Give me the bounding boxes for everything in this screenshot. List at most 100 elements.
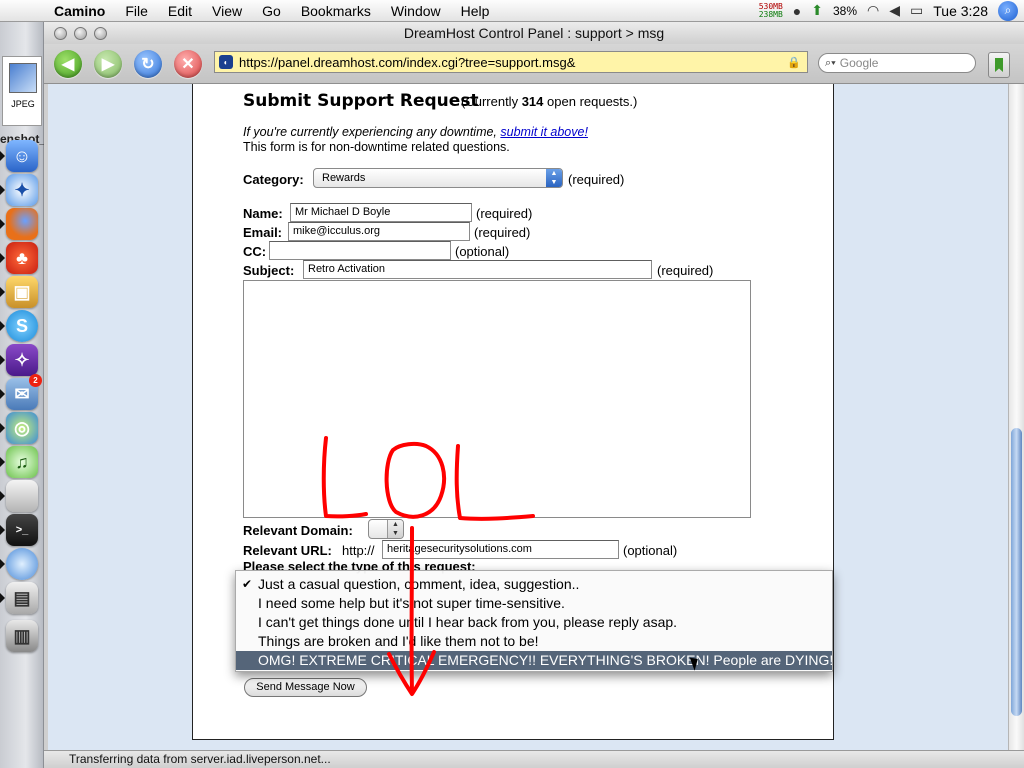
transmit-icon[interactable]: ▣ [0, 276, 38, 308]
subject-field[interactable]: Retro Activation [303, 260, 652, 279]
url-field[interactable]: heritagesecuritysolutions.com [382, 540, 619, 559]
count-prefix: (Currently [461, 94, 519, 109]
address-url: https://panel.dreamhost.com/index.cgi?tr… [239, 54, 576, 70]
stop-button[interactable]: ✕ [174, 49, 202, 78]
menubar-extras: 530MB 238MB ● ⬆ 38% ◠ ◀ ▭ Tue 3:28 ⌕ [759, 0, 1024, 22]
menu-help[interactable]: Help [451, 0, 500, 22]
search-icon: ⌕▾ [825, 56, 836, 69]
spotlight-search-icon[interactable]: ⌕ [998, 0, 1018, 21]
window-title: DreamHost Control Panel : support > msg [403, 25, 665, 41]
zoom-window-button[interactable] [94, 26, 107, 40]
reload-button[interactable]: ↻ [134, 49, 162, 78]
url-label: Relevant URL: [243, 543, 332, 558]
system-prefs-icon[interactable] [0, 480, 38, 512]
lock-icon[interactable]: 🔒 [787, 56, 801, 69]
status-bar: Transferring data from server.iad.livepe… [44, 750, 1024, 768]
vertical-scrollbar[interactable] [1008, 84, 1024, 750]
status-dot-icon[interactable]: ● [793, 3, 801, 19]
category-value: Rewards [322, 172, 366, 184]
category-label: Category: [243, 172, 304, 187]
email-field[interactable]: mike@icculus.org [288, 222, 470, 241]
search-field[interactable]: ⌕▾ Google [818, 53, 976, 73]
mail-app-icon[interactable]: ✉ 2 [0, 374, 42, 410]
window-controls [44, 26, 107, 40]
bookmarks-button[interactable] [988, 52, 1010, 78]
menu-go[interactable]: Go [252, 0, 291, 22]
open-requests-count: (Currently 314 open requests.) [461, 94, 637, 109]
downtime-text: If you're currently experiencing any dow… [243, 125, 497, 139]
adium-icon[interactable]: ♣ [0, 242, 38, 274]
count-suffix: open requests.) [547, 94, 638, 109]
option-label: I can't get things done until I hear bac… [258, 614, 678, 630]
menu-window[interactable]: Window [381, 0, 451, 22]
network-globe-icon[interactable] [0, 548, 38, 580]
name-required: (required) [476, 206, 533, 221]
jpeg-file-icon[interactable]: JPEG [2, 56, 42, 126]
name-field[interactable]: Mr Michael D Boyle [290, 203, 472, 222]
dock: JPEG enshot_ ☺ ✦ ♣ ▣ S ✧ ✉ 2 ◎ ♫ >_ ▤ ▥ [0, 22, 44, 768]
page-title: Submit Support Request [243, 91, 479, 111]
scrollbar-thumb[interactable] [1011, 428, 1022, 716]
memory-free: 238MB [758, 9, 783, 19]
volume-icon[interactable]: ◀ [889, 2, 900, 19]
forward-button[interactable]: ▶ [94, 49, 122, 78]
form-description: This form is for non-downtime related qu… [243, 140, 510, 154]
cc-optional: (optional) [455, 244, 510, 259]
sync-icon[interactable]: ⬆ [811, 2, 823, 19]
menu-view[interactable]: View [202, 0, 252, 22]
checkmark-icon: ✔ [242, 577, 253, 591]
downtime-link[interactable]: submit it above! [500, 125, 588, 139]
request-type-option-emergency[interactable]: OMG! EXTREME CRITICAL EMERGENCY!! EVERYT… [236, 651, 834, 670]
bookmark-icon [995, 58, 1003, 72]
domain-select-arrows-icon: ▲ ▼ [387, 520, 403, 538]
safari-icon[interactable]: ✦ [0, 174, 38, 206]
cc-label: CC: [243, 244, 267, 259]
menu-edit[interactable]: Edit [158, 0, 202, 22]
name-label: Name: [243, 206, 283, 221]
page-left-edge [44, 84, 48, 750]
address-bar[interactable]: ◐ https://panel.dreamhost.com/index.cgi?… [214, 51, 808, 73]
subject-required: (required) [657, 263, 714, 278]
clock[interactable]: Tue 3:28 [933, 3, 988, 19]
terminal-icon[interactable]: >_ [0, 514, 38, 546]
request-type-option-casual[interactable]: ✔ Just a casual question, comment, idea,… [236, 575, 832, 594]
back-button[interactable]: ◀ [54, 49, 82, 78]
firefox-icon[interactable] [0, 208, 38, 240]
skype-icon[interactable]: S [0, 310, 38, 342]
menubar: Camino File Edit View Go Bookmarks Windo… [0, 0, 1024, 22]
request-type-option-help[interactable]: I need some help but it's not super time… [236, 594, 832, 613]
domain-select[interactable]: ▲ ▼ [368, 519, 404, 539]
battery-percent[interactable]: 38% [833, 4, 857, 18]
request-type-option-asap[interactable]: I can't get things done until I hear bac… [236, 613, 832, 632]
jpeg-thumbnail [9, 63, 37, 93]
window-titlebar[interactable]: DreamHost Control Panel : support > msg [44, 22, 1024, 44]
photo-app-icon[interactable]: ✧ [0, 344, 38, 376]
menu-file[interactable]: File [115, 0, 158, 22]
message-textarea[interactable] [243, 280, 751, 518]
menu-bookmarks[interactable]: Bookmarks [291, 0, 381, 22]
itunes-browser-icon[interactable]: ◎ [0, 412, 38, 444]
battery-icon[interactable]: ▭ [910, 2, 923, 19]
request-type-option-broken[interactable]: Things are broken and I'd like them not … [236, 632, 832, 651]
photos-folder-icon[interactable]: ▤ [0, 582, 38, 614]
count-number: 314 [521, 94, 544, 109]
email-required: (required) [474, 225, 531, 240]
jpeg-file-label: JPEG [11, 99, 35, 109]
close-window-button[interactable] [54, 26, 67, 40]
option-label: Just a casual question, comment, idea, s… [258, 576, 580, 592]
itunes-icon[interactable]: ♫ [0, 446, 38, 478]
wifi-icon[interactable]: ◠ [867, 2, 879, 19]
send-message-button[interactable]: Send Message Now [244, 678, 367, 697]
finder-icon[interactable]: ☺ [0, 140, 38, 172]
menu-app[interactable]: Camino [44, 0, 115, 22]
minimize-window-button[interactable] [74, 26, 87, 40]
option-label: OMG! EXTREME CRITICAL EMERGENCY!! EVERYT… [258, 652, 834, 668]
category-select[interactable]: Rewards ▲ ▼ [313, 168, 563, 188]
domain-label: Relevant Domain: [243, 523, 353, 538]
memory-monitor[interactable]: 530MB 238MB [758, 2, 783, 19]
request-type-popup-menu: ✔ Just a casual question, comment, idea,… [235, 570, 833, 672]
trash-icon[interactable]: ▥ [6, 620, 38, 652]
cc-field[interactable] [269, 241, 451, 260]
browser-toolbar: ◀ ▶ ↻ ✕ ◐ https://panel.dreamhost.com/in… [44, 44, 1024, 84]
subject-label: Subject: [243, 263, 295, 278]
